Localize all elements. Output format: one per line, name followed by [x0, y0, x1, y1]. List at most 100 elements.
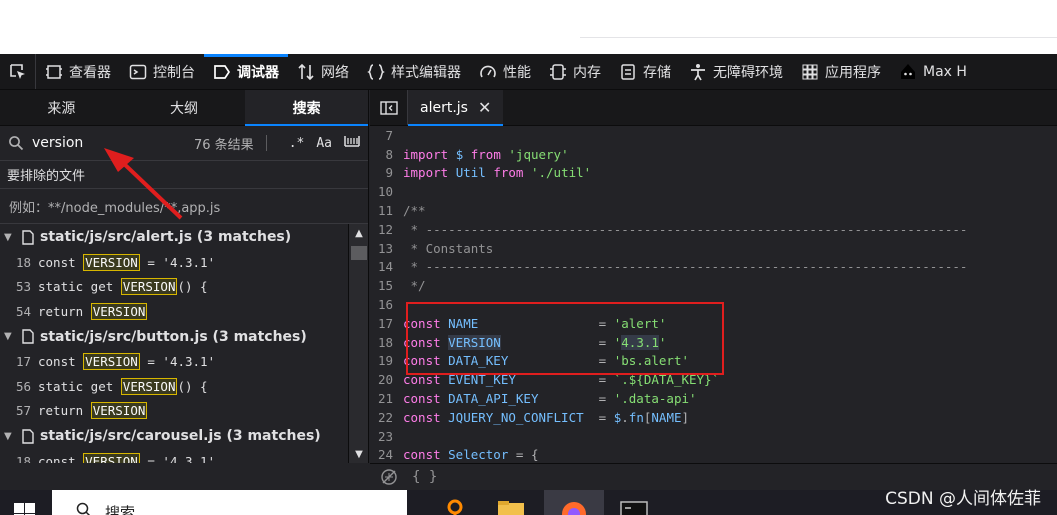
line-number[interactable]: 17 — [370, 316, 403, 331]
tab-max-hacker[interactable]: Max H — [890, 54, 976, 89]
code-token: DATA_API_KEY — [448, 391, 539, 407]
tab-network[interactable]: 网络 — [288, 54, 358, 89]
code-line: 13 * Constants — [370, 239, 1057, 258]
toolbar-tab-label: 控制台 — [153, 64, 195, 81]
element-picker-icon — [9, 63, 25, 79]
code-line: 23 — [370, 427, 1057, 446]
tab-accessibility[interactable]: 无障碍环境 — [680, 54, 792, 89]
exclude-files-title: 要排除的文件 — [0, 161, 368, 189]
search-input[interactable]: version — [32, 135, 194, 151]
toolbar-tab-label: 内存 — [573, 64, 601, 81]
line-number[interactable]: 23 — [370, 429, 403, 444]
line-number[interactable]: 14 — [370, 259, 403, 274]
search-result-match[interactable]: 18 const VERSION = '4.3.1' — [0, 250, 348, 275]
element-picker-button[interactable] — [0, 54, 36, 89]
search-result-file[interactable]: ▼ static/js/src/carousel.js (3 matches) — [0, 423, 348, 449]
line-number[interactable]: 18 — [370, 335, 403, 350]
tab-debugger[interactable]: 调试器 — [204, 54, 288, 89]
code-line: 11/** — [370, 201, 1057, 220]
tab-console[interactable]: 控制台 — [120, 54, 204, 89]
expand-arrow-icon[interactable]: ▼ — [4, 331, 18, 342]
search-result-file[interactable]: ▼ static/js/src/alert.js (3 matches) — [0, 224, 348, 250]
line-number[interactable]: 8 — [370, 147, 403, 162]
firefox-icon[interactable] — [559, 499, 589, 515]
file-name: static/js/src/button.js (3 matches) — [40, 328, 307, 345]
tab-outline[interactable]: 大纲 — [123, 90, 246, 125]
debugger-left-sidebar: 来源 大纲 搜索 version 76 条结果 .* Aa 要排除的文件 例如：… — [0, 90, 369, 463]
line-number[interactable]: 13 — [370, 241, 403, 256]
windows-start-icon[interactable] — [14, 503, 36, 515]
taskbar-search-box[interactable]: 搜索 — [52, 490, 407, 515]
search-icon — [9, 136, 24, 151]
match-highlight: VERSION — [83, 353, 140, 371]
match-case-toggle-button[interactable]: Aa — [316, 136, 332, 151]
line-number[interactable]: 22 — [370, 410, 403, 425]
app-taskbar-icon[interactable] — [440, 499, 470, 515]
expand-arrow-icon[interactable]: ▼ — [4, 431, 18, 442]
exclude-files-input[interactable]: 例如：**/node_modules/**,app.js — [0, 189, 368, 224]
line-number[interactable]: 9 — [370, 165, 403, 180]
code-token: import — [403, 146, 456, 162]
code-token: from — [493, 165, 531, 181]
code-line: 12 * -----------------------------------… — [370, 220, 1057, 239]
scrollbar-thumb[interactable] — [351, 246, 367, 260]
search-result-match[interactable]: 53 static get VERSION() { — [0, 275, 348, 300]
inspector-icon — [46, 64, 62, 79]
line-number[interactable]: 16 — [370, 297, 403, 312]
line-number[interactable]: 7 — [370, 128, 403, 143]
pretty-print-button[interactable]: { } — [412, 469, 437, 485]
line-number[interactable]: 24 — [370, 447, 403, 462]
debugger-icon — [214, 64, 231, 79]
file-explorer-icon[interactable] — [496, 499, 526, 515]
performance-icon — [480, 65, 496, 77]
code-line: 9 import Util from './util' — [370, 164, 1057, 183]
tab-application[interactable]: 应用程序 — [792, 54, 890, 89]
code-text: const Selector = { — [403, 447, 538, 462]
close-icon[interactable]: ✕ — [478, 98, 491, 117]
line-number[interactable]: 10 — [370, 184, 403, 199]
code-editor[interactable]: 7 8 import $ from 'jquery' 9 import Util fro… — [370, 126, 1057, 463]
max-hacker-icon — [901, 63, 915, 79]
blackbox-source-icon[interactable] — [380, 468, 398, 486]
tab-storage[interactable]: 存储 — [610, 54, 680, 89]
tab-search[interactable]: 搜索 — [245, 90, 368, 126]
code-line: 21 const DATA_API_KEY = '.data-api' — [370, 389, 1057, 408]
search-result-match[interactable]: 56 static get VERSION() { — [0, 374, 348, 399]
scroll-down-icon[interactable]: ▼ — [349, 445, 368, 463]
accessibility-icon — [691, 63, 705, 80]
code-token: = — [583, 409, 614, 425]
expand-arrow-icon[interactable]: ▼ — [4, 232, 18, 243]
line-number[interactable]: 19 — [370, 353, 403, 368]
terminal-icon[interactable] — [619, 499, 649, 515]
tab-sources[interactable]: 来源 — [0, 90, 123, 125]
search-result-match[interactable]: 18 const VERSION = '4.3.1' — [0, 449, 348, 463]
scroll-up-icon[interactable]: ▲ — [349, 224, 368, 242]
code-token: const — [403, 447, 449, 463]
match-highlight: VERSION — [120, 377, 178, 395]
toggle-sidebar-button[interactable] — [370, 90, 408, 125]
line-number[interactable]: 12 — [370, 222, 403, 237]
sidebar-tabs: 来源 大纲 搜索 — [0, 90, 368, 126]
tab-inspector[interactable]: 查看器 — [36, 54, 120, 89]
results-scrollbar[interactable]: ▲ ▼ — [348, 224, 368, 463]
line-number[interactable]: 20 — [370, 372, 403, 387]
tab-performance[interactable]: 性能 — [470, 54, 540, 89]
code-token: JQUERY_NO_CONFLICT — [448, 409, 584, 425]
code-text: import Util from './util' — [403, 165, 591, 180]
regex-toggle-button[interactable]: .* — [289, 136, 305, 151]
search-result-file[interactable]: ▼ static/js/src/button.js (3 matches) — [0, 324, 348, 350]
search-result-match[interactable]: 17 const VERSION = '4.3.1' — [0, 350, 348, 375]
match-highlight: VERSION — [120, 278, 178, 296]
editor-tab-alert-js[interactable]: alert.js ✕ — [408, 90, 504, 126]
search-result-match[interactable]: 57 return VERSION — [0, 399, 348, 424]
search-result-match[interactable]: 54 return VERSION — [0, 299, 348, 324]
tab-memory[interactable]: 内存 — [540, 54, 610, 89]
line-number[interactable]: 11 — [370, 203, 403, 218]
whole-word-toggle-button[interactable] — [344, 134, 360, 152]
line-number[interactable]: 21 — [370, 391, 403, 406]
match-prefix: const — [38, 453, 84, 463]
line-number[interactable]: 15 — [370, 278, 403, 293]
whole-word-icon — [344, 136, 360, 147]
code-token: '.data-api' — [613, 391, 697, 407]
tab-style-editor[interactable]: 样式编辑器 — [358, 54, 470, 89]
